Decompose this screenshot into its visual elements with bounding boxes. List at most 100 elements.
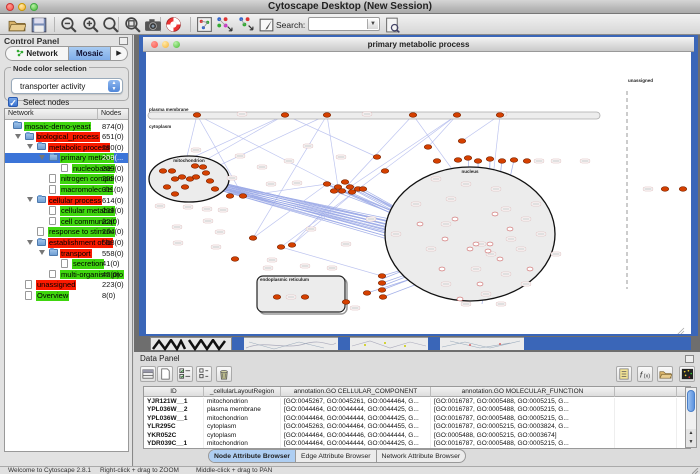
search-input[interactable]: ▼ (308, 17, 380, 31)
table-scrollbar[interactable]: ▲▼ (685, 387, 697, 448)
tab-network-attribute-browser[interactable]: Network Attribute Browser (377, 450, 466, 462)
column-header[interactable]: _cellularLayoutRegion (204, 387, 281, 397)
file-icon (49, 185, 56, 194)
annotation-icon[interactable] (258, 16, 276, 33)
table-row[interactable]: YJR121W__1mitochondrion[GO:0045267, GO:0… (144, 398, 690, 406)
table-row[interactable]: YLR295Ccytoplasm[GO:0045263, GO:0044464,… (144, 423, 690, 431)
tab-mosaic[interactable]: Mosaic (68, 47, 111, 60)
matrix-icon[interactable] (679, 366, 695, 382)
tree-row[interactable]: biological_process651(0) (5, 132, 128, 143)
tree-row[interactable]: cell communicat22(0) (5, 216, 128, 227)
expand-triangle-icon[interactable] (27, 144, 33, 149)
tree-row[interactable]: establishment of lo558(0) (5, 238, 128, 249)
open-folder-icon[interactable] (657, 366, 673, 382)
tab-network[interactable]: Network (6, 47, 68, 60)
zoom-out-icon[interactable] (60, 16, 78, 33)
tree-row[interactable]: unassigned223(0) (5, 280, 128, 291)
tab-node-attribute-browser[interactable]: Node Attribute Browser (209, 450, 296, 462)
trash-icon[interactable] (216, 366, 232, 382)
tree-row-label[interactable]: transport (60, 249, 92, 259)
expand-triangle-icon[interactable] (15, 134, 21, 139)
table-row[interactable]: YDR039C__1mitochondrion[GO:0044464, GO:0… (144, 440, 690, 448)
tree-row[interactable]: cellular process614(0) (5, 195, 128, 206)
expand-triangle-icon[interactable] (27, 197, 33, 202)
layout-2-icon[interactable] (237, 16, 255, 33)
float-panel-icon[interactable] (685, 355, 694, 363)
table-cell: YPL036W__2 (144, 406, 204, 414)
tab-overflow-arrow[interactable]: ▶ (111, 47, 127, 60)
formula-icon[interactable]: f(x) (637, 366, 653, 382)
tree-row-nodes-count: 209(0) (102, 164, 124, 174)
background-windows[interactable] (134, 337, 700, 350)
column-header[interactable]: annotation.GO CELLULAR_COMPONENT (281, 387, 431, 397)
tree-row[interactable]: transport558(0) (5, 248, 128, 259)
save-icon[interactable] (30, 16, 48, 33)
tree-row[interactable]: Overview8(0) (5, 291, 128, 302)
tree-row-label[interactable]: mosaic-demo-yeast (24, 122, 91, 132)
tree-row[interactable]: secretion41(0) (5, 259, 128, 270)
table-row[interactable]: YPL036W__2plasma membrane[GO:0044464, GO… (144, 406, 690, 414)
expand-triangle-icon[interactable] (39, 250, 45, 255)
tree-row[interactable]: nucleobase-209(0) (5, 163, 128, 174)
network-overview-icon[interactable] (196, 16, 214, 33)
table-cell: [GO:0045263, GO:0044464, GO:0044455, G..… (281, 423, 431, 431)
table-cell: [GO:0005488, GO:0005215, GO:0003674] (431, 432, 615, 440)
network-canvas[interactable]: plasma membranecytoplasmmitochondrionnuc… (146, 52, 691, 334)
search-dropdown-icon[interactable]: ▼ (367, 19, 378, 29)
scrollbar-arrows[interactable]: ▲▼ (686, 429, 696, 447)
attribute-table: ID_cellularLayoutRegionannotation.GO CEL… (143, 386, 691, 449)
tree-row[interactable]: multi-organism pro42(0) (5, 269, 128, 280)
column-header[interactable]: annotation.GO MOLECULAR_FUNCTION (431, 387, 615, 397)
tree-row-nodes-count: 209(0) (102, 206, 124, 216)
table-cell: [GO:0016787, GO:0005215, GO:0003824, G..… (431, 423, 615, 431)
tab-edge-attribute-browser[interactable]: Edge Attribute Browser (296, 450, 377, 462)
resize-grip-icon[interactable] (692, 468, 699, 474)
tree-row[interactable]: metabolic process280(0) (5, 142, 128, 153)
table-row[interactable]: YPL036W__1mitochondrion[GO:0044464, GO:0… (144, 415, 690, 423)
notes-icon[interactable] (616, 366, 632, 382)
tree-row[interactable]: response to stimulu264(0) (5, 227, 128, 238)
node-color-dropdown[interactable]: transporter activity ▲▼ (11, 78, 123, 94)
dropdown-stepper-icon[interactable]: ▲▼ (108, 80, 120, 92)
tree-row-label[interactable]: cellular process (48, 196, 102, 206)
tree-row-label[interactable]: secretion (72, 259, 104, 269)
file-icon (25, 280, 32, 289)
camera-icon[interactable] (144, 16, 162, 33)
select-nodes-checkbox[interactable]: ✓ (8, 97, 18, 107)
open-folder-icon[interactable] (8, 16, 26, 33)
search-advanced-icon[interactable] (384, 16, 402, 33)
list-icon[interactable] (196, 366, 212, 382)
expand-triangle-icon[interactable] (39, 155, 45, 160)
table-cell: [GO:0016787, GO:0005488, GO:0005215, G..… (431, 398, 615, 406)
checklist-icon[interactable] (177, 366, 193, 382)
file-icon (25, 291, 32, 300)
new-page-icon[interactable] (157, 366, 173, 382)
table-cell: [GO:0044464, GO:0044444, GO:0044425, G..… (281, 440, 431, 448)
table-icon[interactable] (140, 366, 156, 382)
tree-row-label[interactable]: Overview (36, 291, 69, 301)
tree-row[interactable]: mosaic-demo-yeast 874(0) (5, 121, 128, 132)
help-lifering-icon[interactable] (165, 16, 183, 33)
tree-row[interactable]: macromolecule311(0) (5, 185, 128, 196)
float-panel-icon[interactable] (119, 37, 128, 45)
network-window-titlebar[interactable]: primary metabolic process (143, 37, 694, 52)
scrollbar-thumb[interactable] (687, 390, 695, 412)
tree-row-nodes-count: 874(0) (102, 122, 124, 132)
tree-row-label[interactable]: unassigned (36, 280, 76, 290)
control-panel-tabs: Network Mosaic ▶ (5, 46, 128, 61)
tree-row[interactable]: primary metabo209(... (5, 153, 128, 164)
tree-row[interactable]: cellular metabol209(0) (5, 206, 128, 217)
expand-triangle-icon[interactable] (27, 240, 33, 245)
window-titlebar[interactable]: Cytoscape Desktop (New Session) (0, 0, 700, 14)
zoom-selected-icon[interactable] (102, 16, 120, 33)
layout-1-icon[interactable] (215, 16, 233, 33)
tree-row-label[interactable]: biological_process (36, 132, 100, 142)
zoom-fit-icon[interactable] (124, 16, 142, 33)
table-cell: mitochondrion (204, 440, 281, 448)
column-header[interactable] (615, 387, 677, 397)
column-header[interactable]: ID (144, 387, 204, 397)
zoom-in-icon[interactable] (82, 16, 100, 33)
table-row[interactable]: YKR052Ccytoplasm[GO:0044464, GO:0044446,… (144, 432, 690, 440)
tree-row[interactable]: nitrogen compo209(0) (5, 174, 128, 185)
table-cell (615, 415, 677, 423)
